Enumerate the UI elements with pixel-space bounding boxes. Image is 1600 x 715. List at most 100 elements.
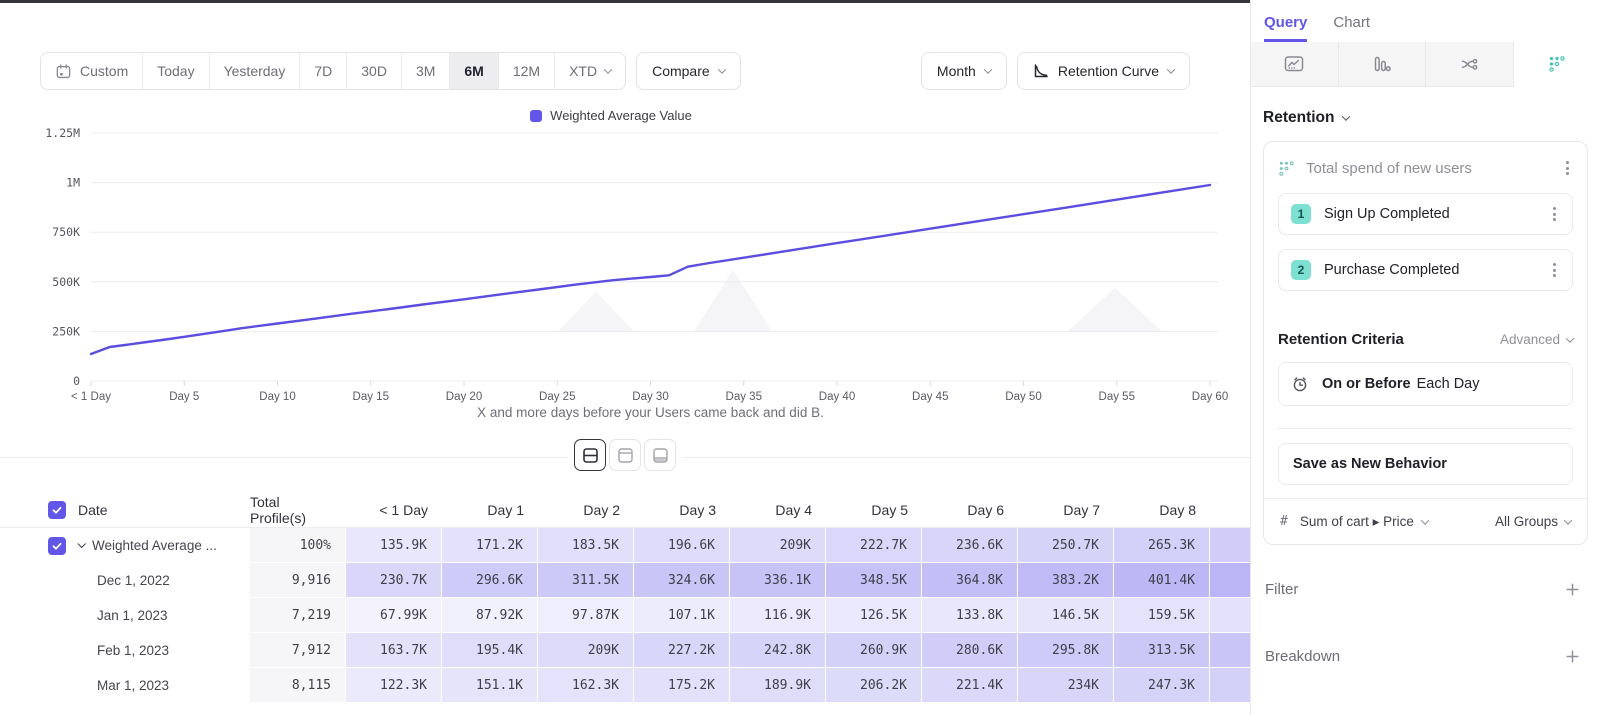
step-row-1[interactable]: 1 Sign Up Completed [1278, 193, 1573, 235]
retention-section-toggle[interactable]: Retention [1263, 109, 1588, 127]
range-yesterday[interactable]: Yesterday [210, 53, 301, 89]
retention-cell: 296.6K [442, 563, 538, 598]
retention-cell-partial [1210, 528, 1250, 563]
retention-cell: 221.4K [922, 668, 1018, 703]
retention-cell: 151.1K [442, 668, 538, 703]
select-all-checkbox[interactable] [48, 501, 66, 519]
collapse-row-icon[interactable] [77, 539, 85, 547]
retention-cell: 247.3K [1114, 668, 1210, 703]
range-12m[interactable]: 12M [499, 53, 555, 89]
retention-cell: 135.9K [346, 528, 442, 563]
report-main: CustomTodayYesterday7D30D3M6M12MXTD Comp… [0, 0, 1250, 715]
retention-cell: 230.7K [346, 563, 442, 598]
tab-insights[interactable] [1251, 42, 1339, 87]
retention-cell-partial [1210, 563, 1250, 598]
retention-cell: 107.1K [634, 598, 730, 633]
retention-cell: 348.5K [826, 563, 922, 598]
table-row[interactable]: Dec 1, 20229,916230.7K296.6K311.5K324.6K… [0, 563, 1250, 598]
table-row[interactable]: Jan 1, 20237,21967.99K87.92K97.87K107.1K… [0, 598, 1250, 633]
tab-retention[interactable] [1514, 42, 1600, 87]
date-cell: Weighted Average ... [0, 528, 250, 563]
clock-icon [1291, 375, 1309, 393]
date-range-group: CustomTodayYesterday7D30D3M6M12MXTD [40, 52, 626, 90]
row-checkbox[interactable] [48, 537, 66, 555]
chart-type-button[interactable]: Retention Curve [1017, 52, 1190, 90]
retention-criteria-row: Retention Criteria Advanced [1278, 331, 1573, 348]
retention-cell: 171.2K [442, 528, 538, 563]
range-custom[interactable]: Custom [41, 53, 143, 89]
advanced-dropdown[interactable]: Advanced [1500, 332, 1573, 347]
date-cell: Mar 1, 2023 [0, 668, 250, 703]
table-row[interactable]: Feb 1, 20237,912163.7K195.4K209K227.2K24… [0, 633, 1250, 668]
range-7d[interactable]: 7D [300, 53, 347, 89]
tab-query[interactable]: Query [1264, 14, 1307, 42]
groups-dropdown[interactable]: All Groups [1495, 514, 1571, 529]
retention-cell: 163.7K [346, 633, 442, 668]
range-today[interactable]: Today [143, 53, 209, 89]
step-menu-button[interactable] [1549, 203, 1560, 225]
total-profiles-cell: 9,916 [250, 563, 346, 598]
step-badge: 2 [1291, 260, 1311, 280]
total-profiles-cell: 7,912 [250, 633, 346, 668]
save-behavior-button[interactable]: Save as New Behavior [1278, 443, 1573, 485]
svg-text:Day 25: Day 25 [539, 391, 575, 403]
retention-cell: 183.5K [538, 528, 634, 563]
range-30d[interactable]: 30D [347, 53, 402, 89]
compare-button[interactable]: Compare [636, 52, 741, 90]
tab-funnels[interactable] [1339, 42, 1427, 87]
date-cell: Dec 1, 2022 [0, 563, 250, 598]
svg-text:Day 55: Day 55 [1099, 391, 1135, 403]
retention-cell-partial [1210, 598, 1250, 633]
svg-text:Day 45: Day 45 [912, 391, 948, 403]
retention-cell: 146.5K [1018, 598, 1114, 633]
tab-flows[interactable] [1426, 42, 1514, 87]
svg-text:Day 35: Day 35 [726, 391, 762, 403]
calendar-icon [55, 63, 72, 80]
behavior-dots-icon [1278, 160, 1295, 177]
date-cell: Feb 1, 2023 [0, 633, 250, 668]
retention-cell: 116.9K [730, 598, 826, 633]
criteria-condition-button[interactable]: On or BeforeEach Day [1278, 362, 1573, 406]
column-header: Day 8 [1114, 492, 1210, 527]
svg-text:0: 0 [73, 374, 80, 388]
retention-cell: 236.6K [922, 528, 1018, 563]
chart-only-view-button[interactable] [609, 439, 641, 471]
retention-cell: 97.87K [538, 598, 634, 633]
total-profiles-cell: 100% [250, 528, 346, 563]
table-row[interactable]: Weighted Average ...100%135.9K171.2K183.… [0, 528, 1250, 563]
column-header: Day 2 [538, 492, 634, 527]
total-profiles-cell: 8,115 [250, 668, 346, 703]
retention-cell: 383.2K [1018, 563, 1114, 598]
svg-text:Day 50: Day 50 [1005, 391, 1041, 403]
svg-text:Day 5: Day 5 [169, 391, 199, 403]
split-view-button[interactable] [574, 439, 606, 471]
retention-cell: 196.6K [634, 528, 730, 563]
range-xtd[interactable]: XTD [555, 53, 625, 89]
panel-tabs: Query Chart [1251, 0, 1600, 42]
retention-cell: 126.5K [826, 598, 922, 633]
add-filter-icon[interactable] [1565, 582, 1580, 597]
step-menu-button[interactable] [1549, 259, 1560, 281]
behavior-menu-button[interactable] [1562, 157, 1573, 179]
breakdown-section[interactable]: Breakdown [1263, 648, 1588, 665]
tab-chart[interactable]: Chart [1333, 14, 1370, 42]
retention-cell: 159.5K [1114, 598, 1210, 633]
step-row-2[interactable]: 2 Purchase Completed [1278, 249, 1573, 291]
table-row[interactable]: Mar 1, 20238,115122.3K151.1K162.3K175.2K… [0, 668, 1250, 703]
retention-cell: 206.2K [826, 668, 922, 703]
table-only-view-button[interactable] [644, 439, 676, 471]
range-3m[interactable]: 3M [402, 53, 450, 89]
toolbar: CustomTodayYesterday7D30D3M6M12MXTD Comp… [40, 52, 1190, 90]
range-6m[interactable]: 6M [450, 53, 498, 89]
column-header: Day 5 [826, 492, 922, 527]
retention-cell: 324.6K [634, 563, 730, 598]
report-type-tabs [1251, 42, 1600, 87]
measure-dropdown[interactable]: Sum of cart ▸ Price [1300, 514, 1483, 530]
retention-cell-partial [1210, 668, 1250, 703]
filter-section[interactable]: Filter [1263, 581, 1588, 598]
column-header: Day 6 [922, 492, 1018, 527]
add-breakdown-icon[interactable] [1565, 649, 1580, 664]
svg-text:Day 30: Day 30 [632, 391, 668, 403]
granularity-button[interactable]: Month [921, 52, 1007, 90]
retention-curve-chart: Weighted Average Value 0250K500K750K1M1.… [0, 104, 1250, 436]
